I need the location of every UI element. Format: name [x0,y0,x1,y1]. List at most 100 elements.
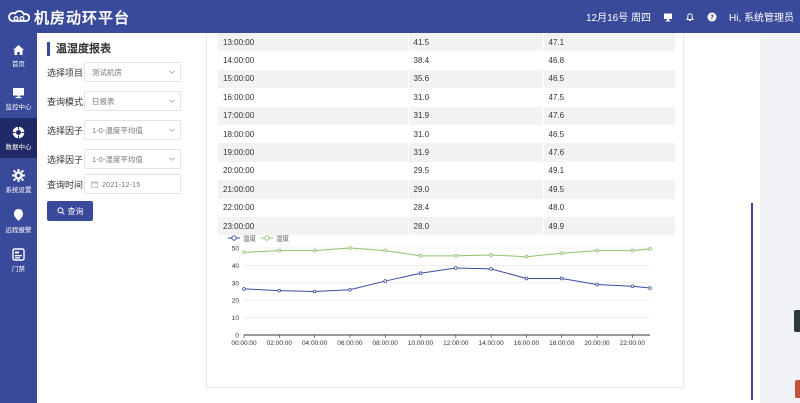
date-label: 12月16号 周四 [585,13,651,24]
project-row: 选择项目 测试机房 [47,62,191,82]
x-tick-label: 12:00:00 [443,340,469,347]
data-point [383,279,388,283]
x-tick-label: 04:00:00 [302,340,328,347]
screen-icon[interactable] [663,12,673,22]
data-point [312,248,317,253]
y-tick-label: 40 [232,263,240,270]
alarm-icon [14,209,23,221]
sidebar-item-access[interactable]: 门禁 [0,242,37,278]
cell-hum: 48.0 [543,198,676,217]
cell-temp: 41.5 [408,33,544,52]
cell-time: 22:00:00 [218,198,409,217]
sidebar-item-home[interactable]: 首页 [0,38,37,74]
cell-time: 19:00:00 [218,143,409,162]
mode-select[interactable]: 日报表 [84,91,181,111]
chevron-down-icon [169,99,175,103]
data-point [454,254,458,258]
data-point [524,254,529,259]
legend-label: 温度 [243,234,257,243]
series-line-temperature [243,267,651,293]
bell-icon[interactable] [685,12,695,22]
cell-hum: 46.5 [543,69,676,89]
cell-temp: 28.4 [408,198,544,217]
cell-temp: 31.9 [408,143,544,162]
date-picker[interactable]: 2021-12-15 [84,174,181,194]
data-point [348,246,352,250]
x-tick-label: 10:00:00 [408,340,434,347]
cell-time: 20:00:00 [218,161,409,181]
data-point [559,251,564,256]
factor1-select[interactable]: 1-0-温度平均值 [84,120,181,140]
top-bar: 机房动环平台 12月16号 周四 ? Hi, 系统管理员 [0,0,800,33]
cell-time: 17:00:00 [218,106,409,125]
cell-time: 16:00:00 [218,88,409,107]
monitor-icon [13,88,24,99]
cell-temp: 29.5 [408,161,544,181]
x-tick-label: 06:00:00 [337,340,363,347]
home-icon [13,45,24,55]
table-row: 21:00:00 29.0 49.5 [218,180,676,199]
factor2-select[interactable]: 1-0-湿度平均值 [84,149,181,169]
legend-label: 湿度 [276,234,290,243]
data-point [595,248,599,253]
scrollbar[interactable] [751,203,753,400]
time-value: 2021-12-15 [102,179,141,189]
sidebar-item-monitor[interactable]: 监控中心 [0,81,37,117]
svg-text:?: ? [710,13,714,21]
side-tab-secondary[interactable] [795,380,800,398]
cell-time: 18:00:00 [218,124,409,144]
x-tick-label: 22:00:00 [620,340,646,347]
cell-time: 14:00:00 [218,51,409,70]
data-point [524,276,529,281]
cell-time: 15:00:00 [218,69,409,89]
chevron-down-icon [169,157,175,161]
sidebar-item-data-center[interactable]: 数据中心 [0,118,37,158]
sidebar-item-remote-alarm[interactable]: 远程报警 [0,202,37,238]
table-row: 13:00:00 41.5 47.1 [218,33,676,52]
cell-temp: 31.0 [408,124,544,144]
sidebar: 首页 监控中心 数据中心 系统设置 远程报警 门禁 [0,33,37,403]
table-row: 19:00:00 31.9 47.6 [218,143,676,162]
query-button-label: 查询 [67,206,84,216]
table-row: 14:00:00 38.4 46.8 [218,51,676,70]
user-greeting[interactable]: Hi, 系统管理员 [729,9,794,24]
factor2-label: 选择因子 [47,154,84,165]
side-tab[interactable] [794,310,800,332]
factor2-value: 1-0-湿度平均值 [92,154,143,164]
temperature-humidity-chart: 0 10 20 30 40 50 00:00:00 02:00:00 04:00:00 06:00… [228,234,652,347]
help-icon[interactable]: ? [707,12,717,22]
cell-hum: 47.6 [543,106,676,125]
data-point [630,248,635,253]
filter-panel: 温湿度报表 选择项目 测试机房 查询模式 日报表 选择因子 1-0-温度平均值 … [37,33,193,403]
calendar-icon [91,181,98,188]
cell-time: 13:00:00 [218,33,409,52]
sidebar-item-settings[interactable]: 系统设置 [0,163,37,199]
cell-hum: 47.6 [543,143,676,162]
data-point [242,250,246,255]
x-tick-label: 18:00:00 [549,340,575,347]
data-point [312,289,317,294]
data-point [348,287,352,292]
query-button[interactable]: 查询 [47,201,93,221]
sidebar-item-label: 门禁 [12,266,25,273]
gear-icon [12,169,25,182]
factor1-value: 1-0-温度平均值 [92,125,143,135]
data-point [277,248,282,253]
time-row: 查询时间 2021-12-15 [47,174,191,194]
cell-hum: 46.8 [543,51,676,70]
mode-value: 日报表 [92,96,115,106]
cell-hum: 46.5 [543,124,676,144]
factor1-label: 选择因子 [47,125,84,136]
x-tick-label: 20:00:00 [584,340,610,347]
series-line-humidity [243,247,651,258]
table-row: 22:00:00 28.4 48.0 [218,198,676,217]
project-select[interactable]: 测试机房 [84,62,181,82]
data-point [648,286,652,290]
x-tick-label: 00:00:00 [231,340,257,347]
sidebar-item-label: 首页 [12,61,25,68]
cell-hum: 47.1 [543,33,676,52]
data-point [630,284,635,289]
y-tick-label: 10 [232,315,240,322]
table-row: 18:00:00 31.0 46.5 [218,124,676,144]
app-title: 机房动环平台 [34,10,131,27]
